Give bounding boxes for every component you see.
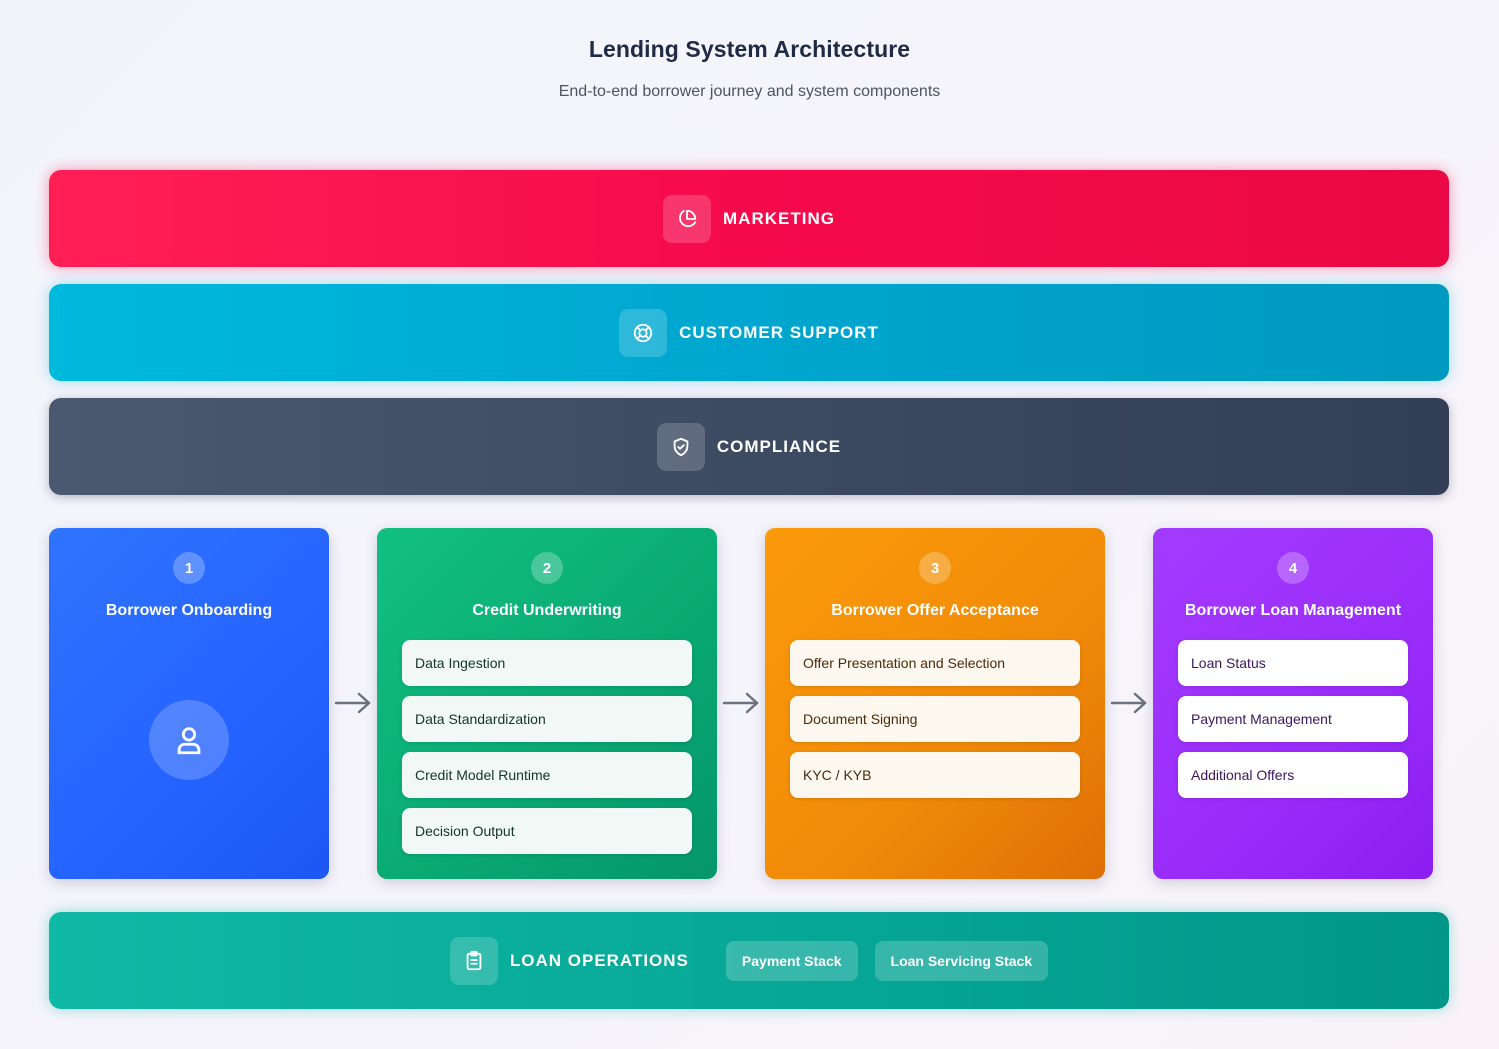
list-item: KYC / KYB — [790, 752, 1080, 798]
stage-items: Data Ingestion Data Standardization Cred… — [402, 640, 692, 864]
stage-borrower-onboarding: 1 Borrower Onboarding — [49, 528, 329, 879]
stage-title: Credit Underwriting — [472, 602, 622, 619]
header: Lending System Architecture End-to-end b… — [0, 36, 1499, 101]
lifebuoy-icon — [619, 308, 668, 357]
arrow-right-icon — [1110, 692, 1147, 714]
stage-borrower-offer-acceptance: 3 Borrower Offer Acceptance Offer Presen… — [765, 528, 1105, 879]
arrow-right-icon — [334, 692, 371, 714]
arrow-right-icon — [722, 692, 759, 714]
compliance-label: COMPLIANCE — [716, 436, 842, 456]
architecture-diagram: Lending System Architecture End-to-end b… — [0, 0, 1499, 1049]
marketing-band: MARKETING — [49, 170, 1449, 267]
list-item: Decision Output — [402, 808, 692, 854]
loan-operations-chips: Payment Stack Loan Servicing Stack — [725, 940, 1049, 981]
list-item: Offer Presentation and Selection — [790, 640, 1080, 686]
list-item: Loan Status — [1178, 640, 1408, 686]
stage-number: 3 — [919, 552, 951, 584]
customer-support-band: CUSTOMER SUPPORT — [49, 284, 1449, 381]
compliance-band: COMPLIANCE — [49, 398, 1449, 495]
payment-stack-chip: Payment Stack — [725, 940, 858, 981]
loan-operations-label: LOAN OPERATIONS — [509, 950, 689, 970]
page-title: Lending System Architecture — [588, 36, 911, 62]
loan-operations-band: LOAN OPERATIONS Payment Stack Loan Servi… — [49, 912, 1449, 1009]
stage-items: Loan Status Payment Management Additiona… — [1178, 640, 1408, 808]
list-item: Data Ingestion — [402, 640, 692, 686]
loan-servicing-stack-chip: Loan Servicing Stack — [874, 940, 1049, 981]
marketing-label: MARKETING — [723, 208, 835, 228]
stage-title: Borrower Onboarding — [105, 602, 273, 619]
stage-number: 4 — [1277, 552, 1309, 584]
stage-number: 2 — [531, 552, 563, 584]
page-subtitle: End-to-end borrower journey and system c… — [558, 83, 941, 100]
list-item: Document Signing — [790, 696, 1080, 742]
stage-title: Borrower Offer Acceptance — [831, 602, 1039, 619]
user-icon — [149, 700, 229, 780]
stage-borrower-loan-management: 4 Borrower Loan Management Loan Status P… — [1153, 528, 1433, 879]
list-item: Data Standardization — [402, 696, 692, 742]
customer-support-label: CUSTOMER SUPPORT — [679, 322, 879, 342]
stage-items: Offer Presentation and Selection Documen… — [790, 640, 1080, 808]
stage-credit-underwriting: 2 Credit Underwriting Data Ingestion Dat… — [377, 528, 717, 879]
pie-chart-icon — [663, 194, 712, 243]
clipboard-icon — [449, 936, 498, 985]
stage-number: 1 — [173, 552, 205, 584]
list-item: Additional Offers — [1178, 752, 1408, 798]
stage-title: Borrower Loan Management — [1184, 602, 1402, 619]
list-item: Payment Management — [1178, 696, 1408, 742]
list-item: Credit Model Runtime — [402, 752, 692, 798]
shield-check-icon — [656, 422, 705, 471]
